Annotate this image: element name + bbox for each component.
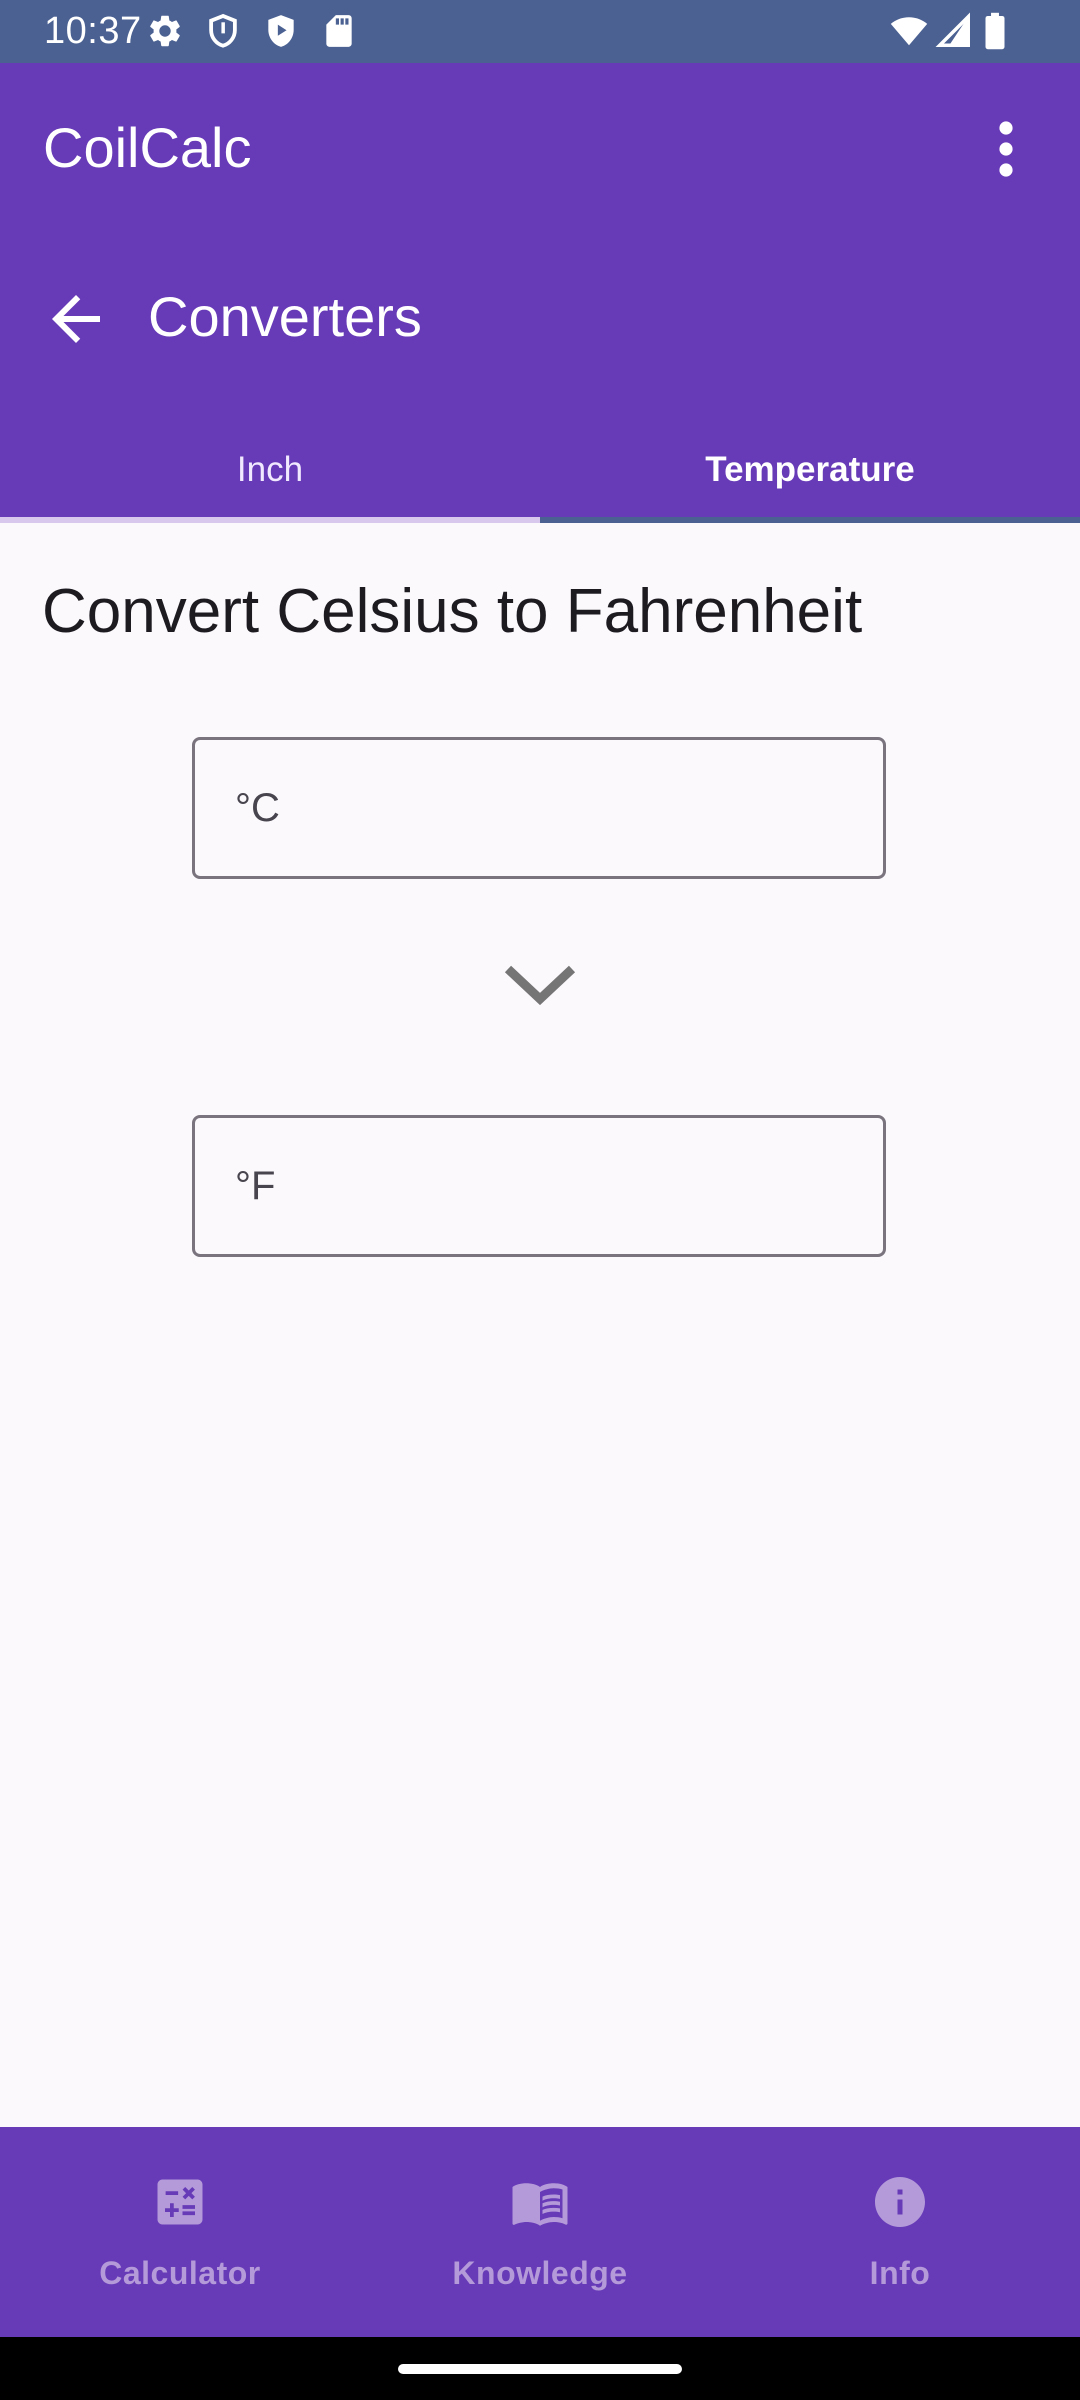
status-time: 10:37 <box>44 10 142 52</box>
page-heading: Convert Celsius to Fahrenheit <box>42 577 863 646</box>
fahrenheit-field[interactable] <box>192 1115 886 1257</box>
gear-icon <box>146 12 184 50</box>
tab-temperature-label: Temperature <box>705 449 915 489</box>
bottom-navigation: Calculator Knowledge Info <box>0 2127 1080 2337</box>
app-title: CoilCalc <box>43 116 252 179</box>
section-title: Converters <box>148 285 422 348</box>
nav-label-info: Info <box>869 2255 931 2291</box>
tab-inch[interactable]: Inch <box>0 416 540 523</box>
wifi-icon <box>888 12 930 50</box>
fahrenheit-input[interactable] <box>235 1118 845 1254</box>
tab-bar: Inch Temperature <box>0 416 1080 523</box>
signal-icon <box>934 12 974 50</box>
tab-selected-indicator <box>540 517 1080 523</box>
tab-inch-label: Inch <box>236 449 304 489</box>
book-icon <box>510 2172 570 2232</box>
nav-item-info[interactable]: Info <box>720 2127 1080 2337</box>
calculator-icon <box>150 2172 210 2232</box>
celsius-input[interactable] <box>235 740 845 876</box>
celsius-field[interactable] <box>192 737 886 879</box>
gesture-handle[interactable] <box>398 2364 682 2374</box>
nav-item-knowledge[interactable]: Knowledge <box>360 2127 720 2337</box>
system-navigation-bar <box>0 2337 1080 2400</box>
sd-card-icon <box>320 12 358 50</box>
back-arrow-icon[interactable] <box>40 283 112 355</box>
chevron-down-icon <box>498 955 582 1019</box>
battery-icon <box>980 12 1010 50</box>
info-icon <box>870 2172 930 2232</box>
play-shield-icon <box>262 12 300 50</box>
overflow-menu-icon[interactable] <box>970 113 1042 185</box>
nav-item-calculator[interactable]: Calculator <box>0 2127 360 2337</box>
nav-label-calculator: Calculator <box>99 2255 261 2291</box>
shield-icon <box>204 12 242 50</box>
tab-divider <box>0 517 540 523</box>
status-bar: 10:37 <box>0 0 1080 63</box>
tab-temperature[interactable]: Temperature <box>540 416 1080 523</box>
nav-label-knowledge: Knowledge <box>452 2255 628 2291</box>
app-screen: 10:37 CoilCalc Converters Inch Temperatu… <box>0 0 1080 2400</box>
app-bar: CoilCalc Converters Inch Temperature <box>0 63 1080 523</box>
